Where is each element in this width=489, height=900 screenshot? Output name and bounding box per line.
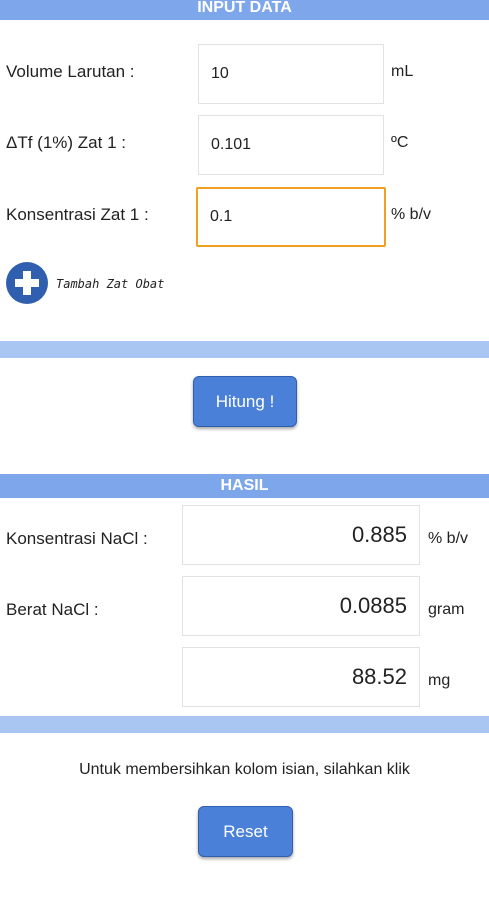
add-substance-button[interactable] [6,262,48,304]
input-data-header: INPUT DATA [0,0,489,20]
plus-icon [15,271,39,295]
volume-label: Volume Larutan : [6,62,135,81]
nacl-weight-gram-unit: gram [428,601,465,618]
delta-tf-input[interactable] [198,115,384,175]
concentration-unit: % b/v [391,206,432,223]
nacl-concentration-value: 0.885 [182,505,420,565]
nacl-concentration-label: Konsentrasi NaCl : [6,529,148,548]
calculate-button[interactable]: Hitung ! [193,376,297,427]
reset-button[interactable]: Reset [198,806,293,857]
nacl-concentration-unit: % b/v [428,530,469,547]
section-divider-2 [0,716,489,733]
nacl-weight-mg-value: 88.52 [182,647,420,707]
result-header: HASIL [0,474,489,498]
reset-hint: Untuk membersihkan kolom isian, silahkan… [79,761,410,778]
add-substance-label[interactable]: Tambah Zat Obat [56,277,164,291]
concentration-input[interactable] [196,187,386,247]
concentration-label: Konsentrasi Zat 1 : [6,205,149,224]
delta-tf-label: ΔTf (1%) Zat 1 : [6,133,126,152]
volume-unit: mL [391,63,414,80]
nacl-weight-label: Berat NaCl : [6,600,99,619]
nacl-weight-gram-value: 0.0885 [182,576,420,636]
delta-tf-unit: ºC [391,134,409,151]
nacl-weight-mg-unit: mg [428,672,451,689]
section-divider [0,341,489,358]
volume-input[interactable] [198,44,384,104]
